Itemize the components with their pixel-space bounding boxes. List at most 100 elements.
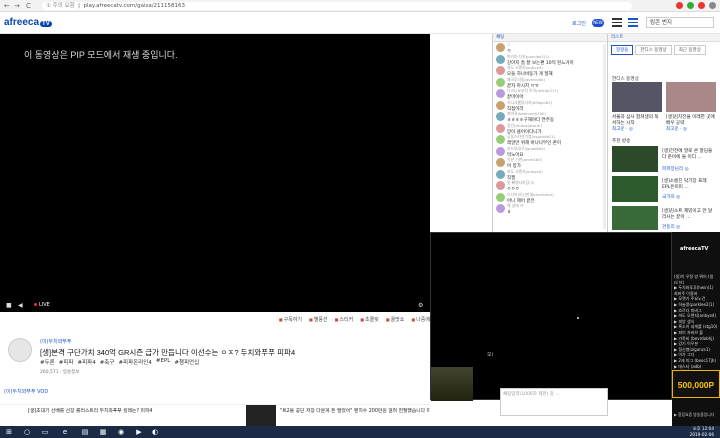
chrome-icon[interactable]: ◉: [116, 428, 126, 436]
user-avatar-icon[interactable]: [496, 181, 505, 190]
back-icon[interactable]: ←: [4, 2, 10, 10]
store-icon[interactable]: ▦: [98, 428, 108, 436]
hashtag[interactable]: #EPL: [156, 358, 170, 366]
pip-video-window[interactable]: 오i: [430, 232, 672, 401]
user-avatar-icon[interactable]: [496, 123, 505, 133]
tab-hot-video[interactable]: 한디스 동영상: [635, 45, 672, 55]
sticker-button[interactable]: 스티커: [335, 316, 353, 323]
video-author[interactable]: 관동리 ◎: [662, 224, 680, 230]
video-title[interactable]: 서울과 삼사 합쳐생의 독서하는 시작: [612, 114, 662, 126]
video-author[interactable]: 피파장님리 ◎: [662, 166, 689, 172]
hashtag[interactable]: #피파4: [77, 358, 95, 366]
chat-message: 다크니뉴부릭 토이(mikib(217) 끝마이어: [493, 88, 607, 100]
stop-icon[interactable]: ■: [6, 302, 12, 309]
video-title[interactable]: [생]소름진 탁기장 프레 EPL은미미 ...: [662, 178, 716, 190]
chat-header: 채팅: [493, 34, 607, 42]
forward-icon[interactable]: →: [14, 2, 20, 10]
media-icon[interactable]: ▶: [134, 428, 144, 436]
video-author[interactable]: 국가자 ◎: [662, 194, 680, 200]
task-view-icon[interactable]: ▭: [40, 428, 50, 436]
search-input[interactable]: 링콘 번지: [646, 17, 714, 28]
video-title[interactable]: [생]김소트 제밌이고 만 달리사는 끝이 ...: [662, 208, 716, 220]
user-avatar-icon[interactable]: [496, 112, 505, 121]
subscribe-button[interactable]: 구독하기: [279, 316, 302, 323]
vod-list: [생]초대기 선배를 선장 롤러스트리 두치와푸푸 킬레는? 피파4 "트2볼 …: [0, 404, 430, 428]
hashtag[interactable]: #피파온라인4: [118, 358, 151, 366]
hashtag[interactable]: #두론: [40, 358, 55, 366]
video-title[interactable]: [생]김치전을 이레한 곳에 배우 공략: [666, 114, 716, 126]
user-avatar-icon[interactable]: [496, 89, 505, 98]
chat-scrollbar[interactable]: [603, 44, 606, 229]
extension-icon[interactable]: [698, 2, 705, 9]
side-chat-line: ▶ 하늘풍(parklee2(1): [674, 301, 715, 307]
user-avatar-icon[interactable]: [496, 204, 505, 213]
address-bar[interactable]: ① 주의 요함 | play.afreecatv.com/gaisa/21115…: [42, 2, 632, 10]
chat-message: 유니크했었사자(dflogin82) 직접이러: [493, 100, 607, 112]
star-balloon-button[interactable]: 별풍선: [309, 316, 328, 323]
video-player[interactable]: 이 동영상은 PIP 모드에서 재생 중입니다. ■ ◀ LIVE ⚙: [0, 34, 430, 312]
quickview-button[interactable]: 꿀맛쇼: [386, 316, 405, 323]
vod-section-label[interactable]: (이)두치와푸푸 VOD: [4, 388, 48, 395]
video-thumbnail[interactable]: [612, 146, 658, 172]
user-avatar-icon[interactable]: [496, 54, 505, 64]
chocolate-button[interactable]: 초콜릿: [360, 316, 379, 323]
notification-badge[interactable]: NEW: [592, 19, 604, 27]
video-author[interactable]: 최고운 · ◎: [612, 126, 633, 132]
user-avatar-icon[interactable]: [496, 192, 505, 202]
video-author[interactable]: 최고운 · ◎: [666, 126, 687, 132]
chat-message: 매국투더킹(avercodo) 끝자 마시지 ㅠㅠ: [493, 77, 607, 89]
user-avatar-icon[interactable]: [496, 43, 505, 52]
tab-live[interactable]: 정왕들: [611, 45, 634, 55]
user-avatar-icon[interactable]: [496, 146, 505, 156]
tab-recent-video[interactable]: 최근 동영상: [673, 45, 706, 55]
menu-icon[interactable]: [612, 18, 622, 27]
hashtag[interactable]: #피파: [59, 358, 74, 366]
video-thumbnail[interactable]: [612, 82, 662, 112]
hashtag[interactable]: #축구: [100, 358, 115, 366]
system-clock[interactable]: 오후 12:04 2019-02-06: [690, 426, 714, 438]
chat-panel: 채팅 ㅇㅇ 마리아 디카(parklee2(1) 강아지 흠 잘 보는편 10억 된…: [492, 34, 608, 232]
login-link[interactable]: 로그인: [572, 20, 586, 27]
video-thumbnail[interactable]: [612, 206, 658, 230]
hashtag[interactable]: #챔피언십: [174, 358, 199, 366]
side-chat-line: ▶ 두치와푸푸(hwin(1): [674, 285, 714, 291]
action-bar: 구독하기 별풍선 스티커 초콜릿 꿀맛쇼 나중에: [279, 316, 430, 323]
vod-item-title[interactable]: [생]초대기 선배를 선장 롤러스트리 두치와푸푸 킬레는? 피파4: [28, 407, 228, 414]
user-avatar-icon[interactable]: [496, 66, 505, 75]
extension-icon[interactable]: [676, 2, 683, 9]
profile-icon[interactable]: [709, 2, 716, 9]
list-icon[interactable]: [628, 18, 638, 27]
app-icon[interactable]: ◐: [150, 428, 160, 436]
extension-icon[interactable]: [687, 2, 694, 9]
vod-thumbnail[interactable]: [246, 405, 276, 427]
clock-date: 2019-02-06: [689, 432, 714, 437]
afreeca-logo[interactable]: afreeca TV: [4, 17, 52, 28]
search-icon[interactable]: ○: [22, 428, 32, 436]
user-avatar-icon[interactable]: [496, 135, 505, 144]
bj-avatar[interactable]: [8, 338, 32, 362]
bj-name[interactable]: (이)두치와푸푸: [40, 338, 72, 345]
point-ad-banner[interactable]: 500,000P: [672, 370, 720, 398]
user-avatar-icon[interactable]: [496, 100, 505, 110]
folder-icon[interactable]: ▤: [80, 428, 90, 436]
broadcast-info: 구독하기 별풍선 스티커 초콜릿 꿀맛쇼 나중에 (이)두치와푸푸 [생]본격 …: [0, 312, 430, 404]
reload-icon[interactable]: C: [26, 2, 31, 10]
user-avatar-icon[interactable]: [496, 169, 505, 179]
windows-taskbar: ⊞ ○ ▭ e ▤ ▦ ◉ ▶ ◐ 오후 12:04 2019-02-06: [0, 426, 720, 438]
user-avatar-icon[interactable]: [496, 158, 505, 167]
video-title[interactable]: [생]건전에 말로 콘 깔딩을 다 준비에 들 이디 ...: [662, 148, 716, 160]
chat-message: 마리아 디카(parklee2(1) 강아지 흠 잘 보는편 10억 된느거미: [493, 54, 607, 66]
volume-icon[interactable]: ◀: [18, 302, 23, 309]
watch-later-button[interactable]: 나중에: [411, 316, 430, 323]
edge-icon[interactable]: e: [60, 428, 70, 436]
video-thumbnail[interactable]: [612, 176, 658, 202]
browser-toolbar: ← → C ① 주의 요함 | play.afreecatv.com/gaisa…: [0, 0, 720, 12]
settings-icon[interactable]: ⚙: [418, 302, 423, 309]
video-thumbnail[interactable]: [666, 82, 716, 112]
security-warning: ① 주의 요함: [46, 3, 75, 9]
user-avatar-icon[interactable]: [496, 77, 505, 87]
vod-item-title[interactable]: "트2볼 공단 저장 다문게 돈 팔었어" 팬치수 200만원 걸려 헌절했습니…: [280, 407, 430, 414]
chat-message: 드디어(아닌만세(dxcfbnb4) 아니 헤어 끝은: [493, 192, 607, 204]
windows-start-icon[interactable]: ⊞: [4, 428, 14, 436]
chat-input[interactable]: 채팅입력(1000자 제한) 중 ...: [500, 388, 608, 416]
